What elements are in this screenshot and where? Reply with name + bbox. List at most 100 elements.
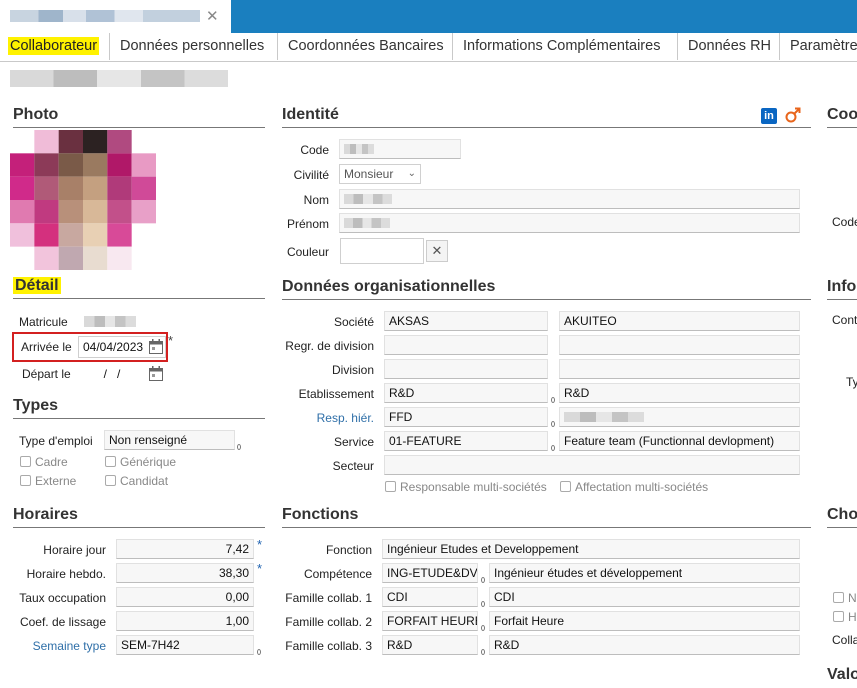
- calendar-icon[interactable]: [149, 339, 163, 354]
- tab-collaborateur[interactable]: Collaborateur: [0, 33, 110, 60]
- close-tab-icon[interactable]: ✕: [206, 7, 219, 25]
- famille-collab-1-label: Famille collab. 1: [285, 591, 372, 605]
- lookup-pin-icon[interactable]: [481, 625, 485, 631]
- calendar-icon[interactable]: [149, 366, 163, 381]
- matricule-value-redacted: [84, 316, 136, 327]
- division-name-field: [559, 359, 800, 379]
- resp-hier-link[interactable]: Resp. hiér.: [282, 411, 374, 425]
- competence-name-field: Ingénieur études et développement: [489, 563, 800, 583]
- fonction-field[interactable]: Ingénieur Etudes et Developpement: [382, 539, 800, 559]
- service-name-field: Feature team (Functionnal devlopment): [559, 431, 800, 451]
- etablissement-code-field[interactable]: R&D: [384, 383, 548, 403]
- required-mark: *: [257, 561, 263, 576]
- secteur-field[interactable]: [384, 455, 800, 475]
- service-label: Service: [333, 435, 374, 449]
- service-code-field[interactable]: 01-FEATURE: [384, 431, 548, 451]
- horaire-hebdo-field[interactable]: 38,30: [116, 563, 254, 583]
- externe-label: Externe: [35, 474, 77, 488]
- lookup-pin-icon[interactable]: [481, 601, 485, 607]
- affectation-multi-societes-label: Affectation multi-sociétés: [575, 480, 709, 494]
- required-mark: *: [257, 537, 263, 552]
- photo-pixelated-image: [10, 130, 156, 270]
- tab-informations-complementaires[interactable]: Informations Complémentaires: [453, 33, 678, 60]
- section-cho-cut: Cho: [827, 506, 857, 528]
- tab-coordonnees-bancaires[interactable]: Coordonnées Bancaires: [278, 33, 453, 60]
- resp-hier-code-field[interactable]: FFD: [384, 407, 548, 427]
- famille-collab-3-code-field[interactable]: R&D: [382, 635, 478, 655]
- generique-checkbox[interactable]: [105, 456, 116, 467]
- lookup-pin-icon[interactable]: [551, 421, 555, 427]
- lookup-pin-icon[interactable]: [257, 649, 261, 655]
- resp-hier-name-field: [559, 407, 800, 427]
- required-mark: *: [168, 333, 174, 348]
- regr-division-code-field[interactable]: [384, 335, 548, 355]
- right-colla-label: Colla: [832, 633, 857, 647]
- competence-code-field[interactable]: ING-ETUDE&DV: [382, 563, 478, 583]
- taux-occupation-label: Taux occupation: [19, 591, 106, 605]
- nom-field[interactable]: [339, 189, 800, 209]
- section-photo: Photo: [13, 106, 265, 128]
- type-emploi-field[interactable]: Non renseigné: [104, 430, 235, 450]
- famille-collab-1-name-field: CDI: [489, 587, 800, 607]
- civilite-select[interactable]: Monsieur ⌄: [339, 164, 421, 184]
- semaine-type-field[interactable]: SEM-7H42: [116, 635, 254, 655]
- famille-collab-2-label: Famille collab. 2: [285, 615, 372, 629]
- right-code-label: Code: [832, 215, 857, 229]
- tab-donnees-personnelles[interactable]: Données personnelles: [110, 33, 278, 60]
- section-types: Types: [13, 397, 265, 419]
- affectation-multi-societes-checkbox[interactable]: [560, 481, 571, 492]
- famille-collab-2-name-field: Forfait Heure: [489, 611, 800, 631]
- candidat-checkbox[interactable]: [105, 475, 116, 486]
- clear-color-button[interactable]: ✕: [426, 240, 448, 262]
- lookup-pin-icon[interactable]: [551, 445, 555, 451]
- horaire-jour-field[interactable]: 7,42: [116, 539, 254, 559]
- cadre-checkbox[interactable]: [20, 456, 31, 467]
- tab-title-redacted: [10, 10, 200, 22]
- prenom-field[interactable]: [339, 213, 800, 233]
- window-top-bar: ✕: [0, 0, 857, 33]
- coef-lissage-label: Coef. de lissage: [19, 615, 106, 629]
- male-gender-icon[interactable]: [784, 106, 802, 124]
- right-h-label: H: [848, 610, 857, 624]
- lookup-pin-icon[interactable]: [551, 397, 555, 403]
- horaire-jour-label: Horaire jour: [43, 543, 106, 557]
- right-ty-label: Ty: [846, 375, 857, 389]
- taux-occupation-field[interactable]: 0,00: [116, 587, 254, 607]
- section-coordonnees-cut: Coo: [827, 106, 857, 128]
- right-n-label: N: [848, 591, 857, 605]
- tab-donnees-rh[interactable]: Données RH: [678, 33, 780, 60]
- section-horaires: Horaires: [13, 506, 265, 528]
- section-info-cut: Info: [827, 278, 857, 300]
- famille-collab-1-code-field[interactable]: CDI: [382, 587, 478, 607]
- right-cont-label: Cont: [832, 313, 857, 327]
- famille-collab-2-code-field[interactable]: FORFAIT HEURE: [382, 611, 478, 631]
- secteur-label: Secteur: [332, 459, 374, 473]
- famille-collab-3-label: Famille collab. 3: [285, 639, 372, 653]
- nom-label: Nom: [303, 193, 329, 207]
- coef-lissage-field[interactable]: 1,00: [116, 611, 254, 631]
- lookup-pin-icon[interactable]: [237, 444, 241, 450]
- lookup-pin-icon[interactable]: [481, 649, 485, 655]
- division-label: Division: [331, 363, 374, 377]
- lookup-pin-icon[interactable]: [481, 577, 485, 583]
- generique-label: Générique: [120, 455, 177, 469]
- responsable-multi-societes-checkbox[interactable]: [385, 481, 396, 492]
- etablissement-name-field: R&D: [559, 383, 800, 403]
- matricule-label: Matricule: [19, 315, 68, 329]
- couleur-picker[interactable]: [340, 238, 424, 264]
- semaine-type-link[interactable]: Semaine type: [10, 639, 106, 653]
- linkedin-icon[interactable]: in: [761, 108, 777, 124]
- division-code-field[interactable]: [384, 359, 548, 379]
- societe-code-field[interactable]: AKSAS: [384, 311, 548, 331]
- employee-photo[interactable]: [10, 130, 156, 270]
- depart-label: Départ le: [22, 367, 71, 381]
- document-tab[interactable]: ✕: [0, 0, 231, 33]
- externe-checkbox[interactable]: [20, 475, 31, 486]
- right-n-checkbox[interactable]: [833, 592, 844, 603]
- famille-collab-3-name-field: R&D: [489, 635, 800, 655]
- right-h-checkbox[interactable]: [833, 611, 844, 622]
- code-field[interactable]: [339, 139, 461, 159]
- tab-parametres[interactable]: Paramètres: [780, 33, 857, 60]
- record-tabs: Collaborateur Données personnelles Coord…: [0, 33, 857, 62]
- section-detail: Détail: [13, 277, 265, 299]
